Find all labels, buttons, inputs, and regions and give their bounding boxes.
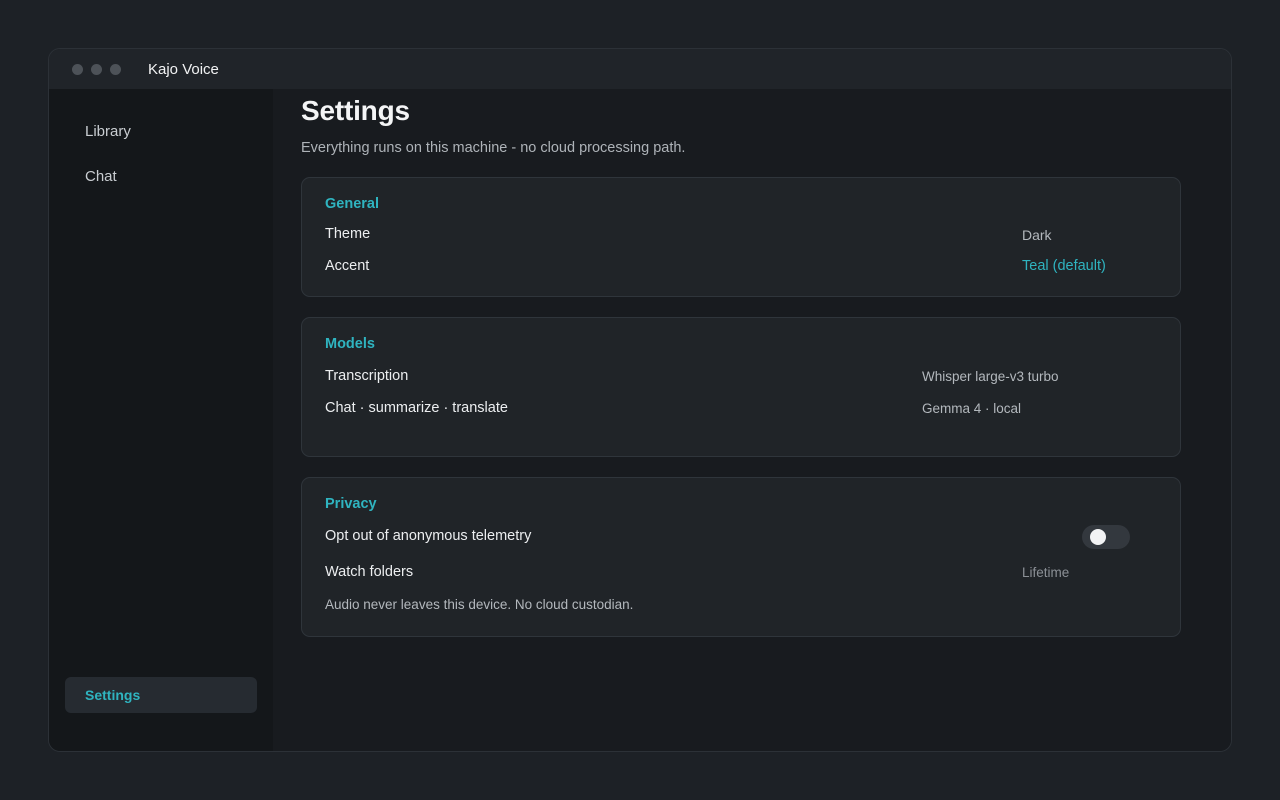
section-title-general: General bbox=[325, 196, 379, 212]
toggle-knob bbox=[1090, 529, 1106, 545]
chat-model-label: Chat · summarize · translate bbox=[325, 400, 508, 416]
theme-value[interactable]: Dark bbox=[1022, 227, 1052, 243]
sidebar-item-chat[interactable]: Chat bbox=[65, 158, 257, 194]
section-title-privacy: Privacy bbox=[325, 496, 377, 512]
privacy-card: Privacy Opt out of anonymous telemetry W… bbox=[301, 477, 1181, 637]
privacy-note: Audio never leaves this device. No cloud… bbox=[325, 597, 634, 612]
close-dot-icon[interactable] bbox=[72, 63, 83, 75]
settings-panel: Settings Everything runs on this machine… bbox=[273, 89, 1231, 751]
minimize-dot-icon[interactable] bbox=[91, 63, 102, 75]
section-title-models: Models bbox=[325, 336, 375, 352]
window-controls bbox=[72, 63, 121, 75]
theme-label: Theme bbox=[325, 226, 371, 242]
models-card: Models Transcription Whisper large-v3 tu… bbox=[301, 317, 1181, 457]
transcription-label: Transcription bbox=[325, 368, 409, 384]
watch-folders-value[interactable]: Lifetime bbox=[1022, 565, 1069, 580]
sidebar: Library Chat Settings bbox=[49, 89, 273, 751]
sidebar-item-label: Chat bbox=[85, 167, 117, 185]
page-title: Settings bbox=[301, 95, 410, 126]
general-card: General Theme Dark Accent Teal (default) bbox=[301, 177, 1181, 297]
zoom-dot-icon[interactable] bbox=[110, 63, 121, 75]
sidebar-item-library[interactable]: Library bbox=[65, 113, 257, 149]
sidebar-item-settings[interactable]: Settings bbox=[65, 677, 257, 713]
page-subtitle: Everything runs on this machine - no clo… bbox=[301, 140, 686, 156]
app-title: Kajo Voice bbox=[148, 60, 219, 78]
accent-label: Accent bbox=[325, 258, 370, 274]
sidebar-item-label: Library bbox=[85, 122, 131, 140]
telemetry-label: Opt out of anonymous telemetry bbox=[325, 528, 532, 544]
accent-value[interactable]: Teal (default) bbox=[1022, 258, 1106, 274]
telemetry-toggle[interactable] bbox=[1082, 525, 1130, 549]
chat-model-value[interactable]: Gemma 4 · local bbox=[922, 401, 1021, 416]
title-bar: Kajo Voice bbox=[49, 49, 1231, 89]
transcription-model-value[interactable]: Whisper large-v3 turbo bbox=[922, 369, 1059, 384]
sidebar-item-label: Settings bbox=[85, 687, 141, 703]
app-window: Kajo Voice Library Chat Settings Setting… bbox=[48, 48, 1232, 752]
watch-folders-label: Watch folders bbox=[325, 564, 414, 580]
